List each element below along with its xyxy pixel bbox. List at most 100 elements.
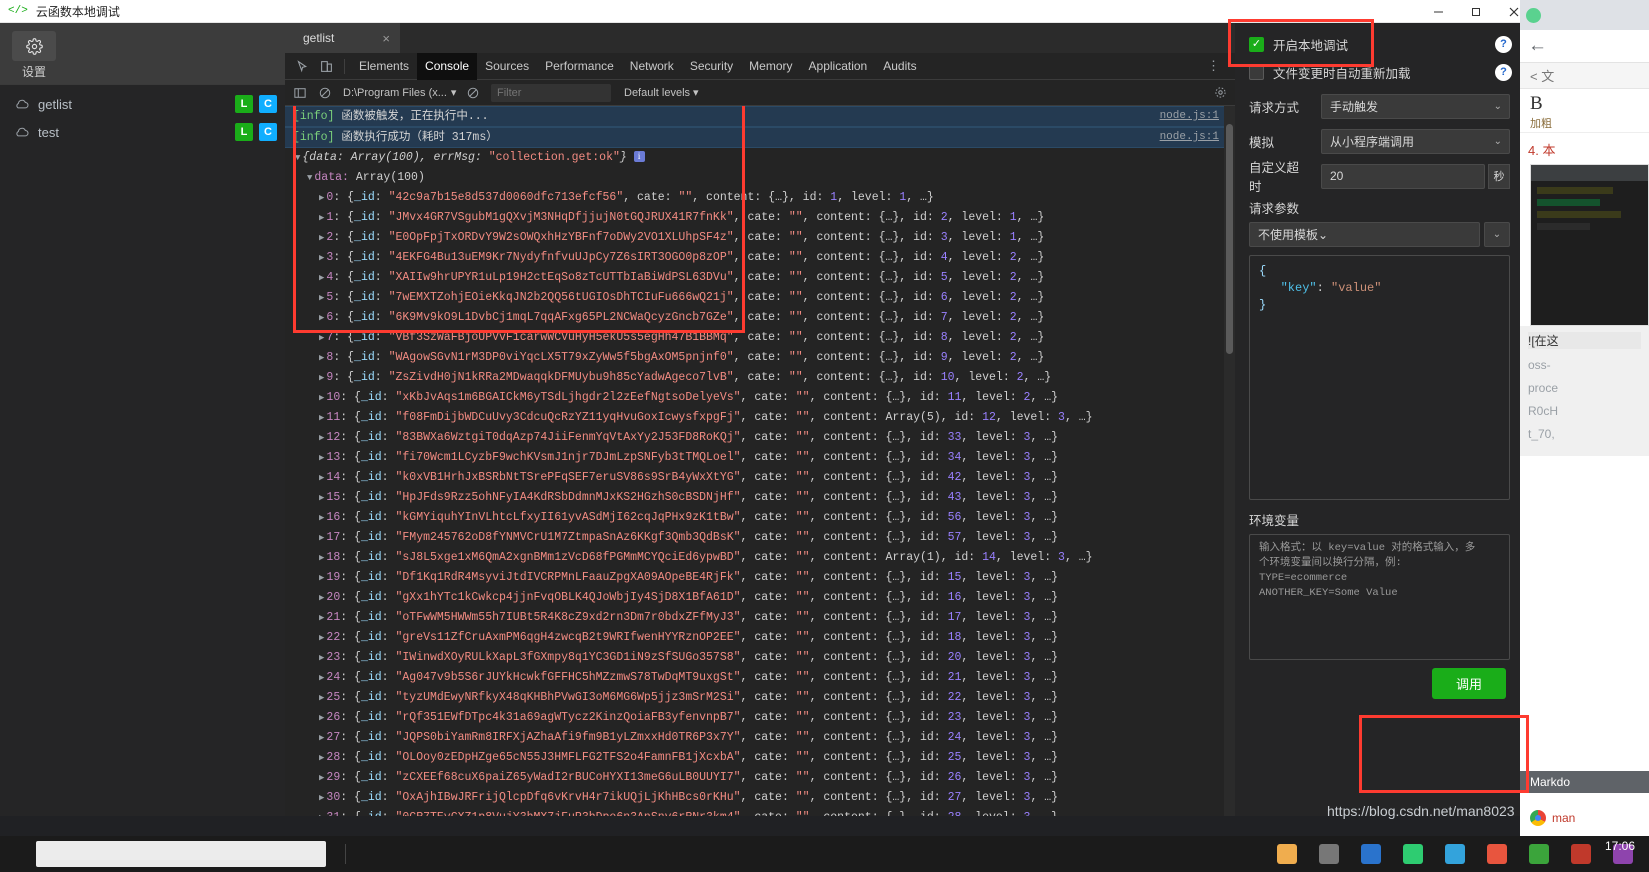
- console-result-object[interactable]: ▼ {data: Array(100), errMsg: "collection.…: [285, 148, 1235, 168]
- cloud-badge[interactable]: C: [259, 95, 277, 113]
- simulate-select[interactable]: 从小程序端调用 ⌄: [1321, 128, 1510, 154]
- console-row[interactable]: ▶ 7: {_id: "VBf3SzWaFBjoUPVvF1carwWCVuHyH…: [285, 328, 1235, 348]
- back-arrow-icon[interactable]: ←: [1528, 35, 1547, 57]
- tab-performance[interactable]: Performance: [537, 53, 622, 80]
- device-toolbar-icon[interactable]: [314, 54, 338, 78]
- cloud-badge[interactable]: C: [259, 123, 277, 141]
- console-sidebar-icon[interactable]: [289, 82, 311, 104]
- console-row[interactable]: ▶ 27: {_id: "JQPS0biYamRm8IRFXjAZhaAfi9fm…: [285, 728, 1235, 748]
- local-badge[interactable]: L: [235, 123, 253, 141]
- expand-triangle-icon[interactable]: ▶: [319, 193, 324, 203]
- console-row[interactable]: ▶ 10: {_id: "xKbJvAqs1m6BGAICkM6yTSdLjhgd…: [285, 388, 1235, 408]
- call-button[interactable]: 调用: [1431, 668, 1506, 699]
- expand-triangle-icon[interactable]: ▶: [319, 393, 324, 403]
- expand-triangle-icon[interactable]: ▶: [319, 793, 324, 803]
- devtools-settings-icon[interactable]: [1214, 86, 1227, 99]
- settings-button[interactable]: [12, 31, 56, 61]
- expand-triangle-icon[interactable]: ▶: [319, 593, 324, 603]
- help-icon[interactable]: ?: [1495, 35, 1512, 53]
- tab-console[interactable]: Console: [417, 52, 478, 80]
- taskbar-icon-wechat[interactable]: [1403, 844, 1423, 864]
- tab-network[interactable]: Network: [622, 53, 682, 80]
- minimize-button[interactable]: [1419, 0, 1457, 23]
- taskbar-icon-music[interactable]: [1487, 844, 1507, 864]
- request-method-select[interactable]: 手动触发 ⌄: [1321, 93, 1510, 119]
- expand-triangle-icon[interactable]: ▶: [319, 613, 324, 623]
- inspect-element-icon[interactable]: [290, 54, 314, 78]
- source-link[interactable]: node.js:1: [1160, 108, 1219, 125]
- console-row[interactable]: ▶ 6: {_id: "6K9Mv9kO9L1DvbCj1mqL7qqAFxg65…: [285, 308, 1235, 328]
- expand-triangle-icon[interactable]: ▶: [319, 753, 324, 763]
- console-row[interactable]: ▶ 11: {_id: "f08FmDijbWDCuUvy3CdcuQcRzYZ1…: [285, 408, 1235, 428]
- expand-triangle-icon[interactable]: ▶: [319, 413, 324, 423]
- close-icon[interactable]: ×: [382, 31, 390, 46]
- tab-audits[interactable]: Audits: [875, 53, 924, 80]
- template-more-button[interactable]: ⌄: [1484, 222, 1510, 247]
- taskbar-icon-editor[interactable]: [1361, 844, 1381, 864]
- taskbar-icon-app[interactable]: [1319, 844, 1339, 864]
- console-row[interactable]: ▶ 9: {_id: "ZsZivdH0jN1kRRa2MDwaqqkDFMUyb…: [285, 368, 1235, 388]
- expand-triangle-icon[interactable]: ▶: [319, 433, 324, 443]
- expand-triangle-icon[interactable]: ▶: [319, 533, 324, 543]
- list-item[interactable]: test L C: [0, 121, 285, 143]
- taskbar-icon-excel[interactable]: [1529, 844, 1549, 864]
- expand-triangle-icon[interactable]: ▶: [319, 273, 324, 283]
- tab-sources[interactable]: Sources: [477, 53, 537, 80]
- request-params-editor[interactable]: { "key": "value" }: [1249, 255, 1510, 500]
- expand-triangle-icon[interactable]: ▶: [319, 693, 324, 703]
- enable-local-debug-row[interactable]: 开启本地调试 ?: [1249, 31, 1512, 57]
- source-link[interactable]: node.js:1: [1160, 129, 1219, 146]
- expand-triangle-icon[interactable]: ▶: [319, 713, 324, 723]
- scrollbar-thumb[interactable]: [1226, 124, 1233, 354]
- auto-reload-checkbox[interactable]: [1249, 64, 1264, 80]
- expand-triangle-icon[interactable]: ▶: [319, 353, 324, 363]
- console-row[interactable]: ▶ 1: {_id: "JMvx4GR7VSgubM1gQXvjM3NHqDfjj…: [285, 208, 1235, 228]
- expand-triangle-icon[interactable]: ▶: [319, 293, 324, 303]
- env-vars-textarea[interactable]: 输入格式：以 key=value 对的格式输入，多 个环境变量间以换行分隔，例:…: [1249, 534, 1510, 660]
- auto-reload-row[interactable]: 文件变更时自动重新加载 ?: [1249, 59, 1512, 85]
- log-levels-select[interactable]: Default levels ▾: [624, 86, 699, 100]
- expand-triangle-icon[interactable]: ▶: [319, 313, 324, 323]
- expand-triangle-icon[interactable]: ▶: [319, 813, 324, 816]
- execution-context-select[interactable]: D:\Program Files (x... ▾: [339, 86, 459, 100]
- console-row[interactable]: ▶ 16: {_id: "kGMYiquhYInVLhtcLfxyII61yvAS…: [285, 508, 1235, 528]
- console-row[interactable]: ▶ 5: {_id: "7wEMXTZohjEOieKkqJN2b2QQ56tUG…: [285, 288, 1235, 308]
- expand-triangle-icon[interactable]: ▶: [319, 733, 324, 743]
- taskbar-icon-browser[interactable]: [1445, 844, 1465, 864]
- expand-triangle-icon[interactable]: ▶: [319, 333, 324, 343]
- expand-triangle-icon[interactable]: ▶: [319, 673, 324, 683]
- expand-triangle-icon[interactable]: ▼: [295, 153, 300, 163]
- expand-triangle-icon[interactable]: ▶: [319, 233, 324, 243]
- console-row[interactable]: ▶ 13: {_id: "fi70Wcm1LCyzbF9wchKVsmJ1njr7…: [285, 448, 1235, 468]
- console-scrollbar[interactable]: [1224, 106, 1235, 816]
- console-row[interactable]: ▶ 21: {_id: "oTFwWM5HWWm55h7IUBt5R4K8cZ9x…: [285, 608, 1235, 628]
- console-row[interactable]: ▶ 30: {_id: "OxAjhIBwJRFrijQlcpDfq6vKrvH4…: [285, 788, 1235, 808]
- console-row[interactable]: ▶ 24: {_id: "Ag047v9b5S6rJUYkHcwkfGFFHC5h…: [285, 668, 1235, 688]
- tab-elements[interactable]: Elements: [351, 53, 417, 80]
- help-icon[interactable]: ?: [1495, 63, 1512, 81]
- editor-bold-tool[interactable]: B 加粗: [1520, 89, 1649, 133]
- expand-triangle-icon[interactable]: ▶: [319, 773, 324, 783]
- expand-triangle-icon[interactable]: ▶: [319, 253, 324, 263]
- tab-application[interactable]: Application: [801, 53, 876, 80]
- info-badge-icon[interactable]: i: [633, 151, 645, 162]
- console-row[interactable]: ▶ 25: {_id: "tyzUMdEwyNRfkyX48qKHBhPVwGI3…: [285, 688, 1235, 708]
- list-item[interactable]: getlist L C: [0, 93, 285, 115]
- console-row[interactable]: ▶ 2: {_id: "E0OpFpjTxORDvY9W2sOWQxhHzYBFn…: [285, 228, 1235, 248]
- tab-memory[interactable]: Memory: [741, 53, 800, 80]
- filter-input[interactable]: [491, 83, 611, 102]
- console-row[interactable]: ▶ 18: {_id: "sJ8L5xge1xM6QmA2xgnBMm1zVcD6…: [285, 548, 1235, 568]
- console-row[interactable]: ▶ 17: {_id: "FMym245762oD8fYNMVCrU1M7Ztmp…: [285, 528, 1235, 548]
- console-row[interactable]: ▶ 0: {_id: "42c9a7b15e8d537d0060dfc713efc…: [285, 188, 1235, 208]
- console-row[interactable]: ▶ 14: {_id: "k0xVB1HrhJxBSRbNtTSrePFqSEF7…: [285, 468, 1235, 488]
- console-output[interactable]: [info] 函数被触发，正在执行中... node.js:1 [info] 函…: [285, 106, 1235, 816]
- expand-triangle-icon[interactable]: ▶: [319, 653, 324, 663]
- console-row[interactable]: ▶ 8: {_id: "WAgowSGvN1rM3DP0viYqcLX5T79xZ…: [285, 348, 1235, 368]
- expand-triangle-icon[interactable]: ▶: [319, 213, 324, 223]
- console-row[interactable]: ▶ 19: {_id: "Df1Kq1RdR4MsyviJtdIVCRPMnLFa…: [285, 568, 1235, 588]
- clear-console-icon[interactable]: [314, 82, 336, 104]
- taskbar-icon-folder[interactable]: [1277, 844, 1297, 864]
- console-row[interactable]: ▶ 4: {_id: "XAIIw9hrUPYR1uLp19H2ctEqSo8zT…: [285, 268, 1235, 288]
- more-options-icon[interactable]: ⋮: [1199, 58, 1229, 74]
- template-select[interactable]: 不使用模板 ⌄: [1249, 222, 1480, 247]
